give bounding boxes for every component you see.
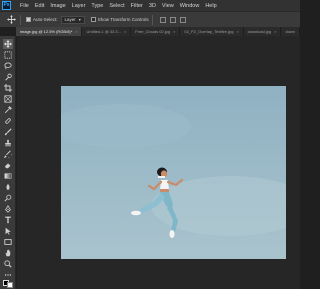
menu-filter[interactable]: Filter — [131, 3, 143, 9]
gradient-icon[interactable] — [3, 171, 13, 181]
color-swatches-icon[interactable] — [3, 280, 13, 288]
auto-select-label: Auto-Select: — [33, 17, 58, 22]
menu-view[interactable]: View — [162, 3, 174, 9]
lasso-icon[interactable] — [3, 61, 13, 71]
tab-image[interactable]: image.jpg @ 12.5% (RGB/8)* × — [16, 27, 83, 36]
document-canvas-photo[interactable] — [61, 86, 286, 259]
close-icon[interactable]: × — [274, 27, 276, 36]
tab-label: down — [285, 29, 296, 34]
dodge-icon[interactable] — [3, 193, 13, 203]
show-transform-label: Show Transform Controls — [97, 17, 149, 22]
tab-label: 02_P2_Overlay_Textfire.jpg — [184, 29, 234, 34]
frame-icon[interactable] — [3, 94, 13, 104]
photo-jumping-woman — [61, 86, 286, 259]
tab-untitled[interactable]: Untitled-1 @ 33.3... × — [82, 27, 132, 36]
show-transform-checkbox[interactable] — [90, 17, 96, 22]
zoom-icon[interactable] — [3, 259, 13, 269]
menu-window[interactable]: Window — [180, 3, 200, 9]
blur-icon[interactable] — [3, 182, 13, 192]
options-bar: Auto-Select: Layer ▾ Show Transform Cont… — [0, 11, 300, 27]
menu-3d[interactable]: 3D — [149, 3, 156, 9]
menu-help[interactable]: Help — [205, 3, 216, 9]
tab-label: image.jpg @ 12.5% (RGB/8)* — [20, 29, 73, 34]
tab-download[interactable]: download.jpg × — [244, 27, 282, 36]
align-right-icon[interactable] — [179, 16, 186, 23]
eyedropper-icon[interactable] — [3, 105, 13, 115]
tab-label: Untitled-1 @ 33.3... — [86, 29, 121, 34]
tab-overlay[interactable]: 02_P2_Overlay_Textfire.jpg × — [180, 27, 244, 36]
marquee-icon[interactable] — [3, 50, 13, 60]
type-icon[interactable] — [3, 215, 13, 225]
hand-icon[interactable] — [3, 248, 13, 258]
quick-select-icon[interactable] — [3, 72, 13, 82]
path-select-icon[interactable] — [3, 226, 13, 236]
rectangle-icon[interactable] — [3, 237, 13, 247]
menu-layer[interactable]: Layer — [72, 3, 86, 9]
auto-select-checkbox[interactable] — [26, 17, 31, 22]
layer-select-value: Layer — [64, 17, 76, 22]
align-center-icon[interactable] — [169, 16, 176, 23]
menu-type[interactable]: Type — [91, 3, 103, 9]
tab-down[interactable]: down — [281, 27, 300, 36]
crop-icon[interactable] — [3, 83, 13, 93]
tab-label: Free_Clouds 02.jpg — [135, 29, 171, 34]
separator — [20, 14, 21, 25]
close-icon[interactable]: × — [236, 27, 238, 36]
brush-icon[interactable] — [3, 127, 13, 137]
menu-file[interactable]: File — [20, 3, 29, 9]
photoshop-logo-icon[interactable]: Ps — [2, 1, 11, 10]
close-icon[interactable]: × — [124, 27, 126, 36]
move-tool-icon[interactable] — [3, 39, 13, 49]
pen-icon[interactable] — [3, 204, 13, 214]
tools-panel — [0, 36, 16, 289]
history-brush-icon[interactable] — [3, 149, 13, 159]
clone-stamp-icon[interactable] — [3, 138, 13, 148]
chevron-down-icon: ▾ — [78, 17, 81, 22]
background-color-swatch[interactable] — [7, 282, 13, 288]
document-tabs: image.jpg @ 12.5% (RGB/8)* × Untitled-1 @… — [16, 27, 300, 36]
tab-label: download.jpg — [247, 29, 272, 34]
tab-free-clouds[interactable]: Free_Clouds 02.jpg × — [131, 27, 181, 36]
layer-select-dropdown[interactable]: Layer ▾ — [60, 15, 85, 24]
healing-icon[interactable] — [3, 116, 13, 126]
menu-edit[interactable]: Edit — [35, 3, 44, 9]
separator — [151, 14, 153, 25]
align-left-icon[interactable] — [159, 16, 166, 23]
move-tool-preset-icon[interactable] — [5, 14, 17, 26]
menu-select[interactable]: Select — [109, 3, 124, 9]
more-tools-icon[interactable] — [3, 270, 13, 280]
close-icon[interactable]: × — [75, 27, 77, 36]
close-icon[interactable]: × — [173, 27, 175, 36]
eraser-icon[interactable] — [3, 160, 13, 170]
menu-image[interactable]: Image — [50, 3, 65, 9]
menu-bar: Ps File Edit Image Layer Type Select Fil… — [0, 0, 300, 11]
